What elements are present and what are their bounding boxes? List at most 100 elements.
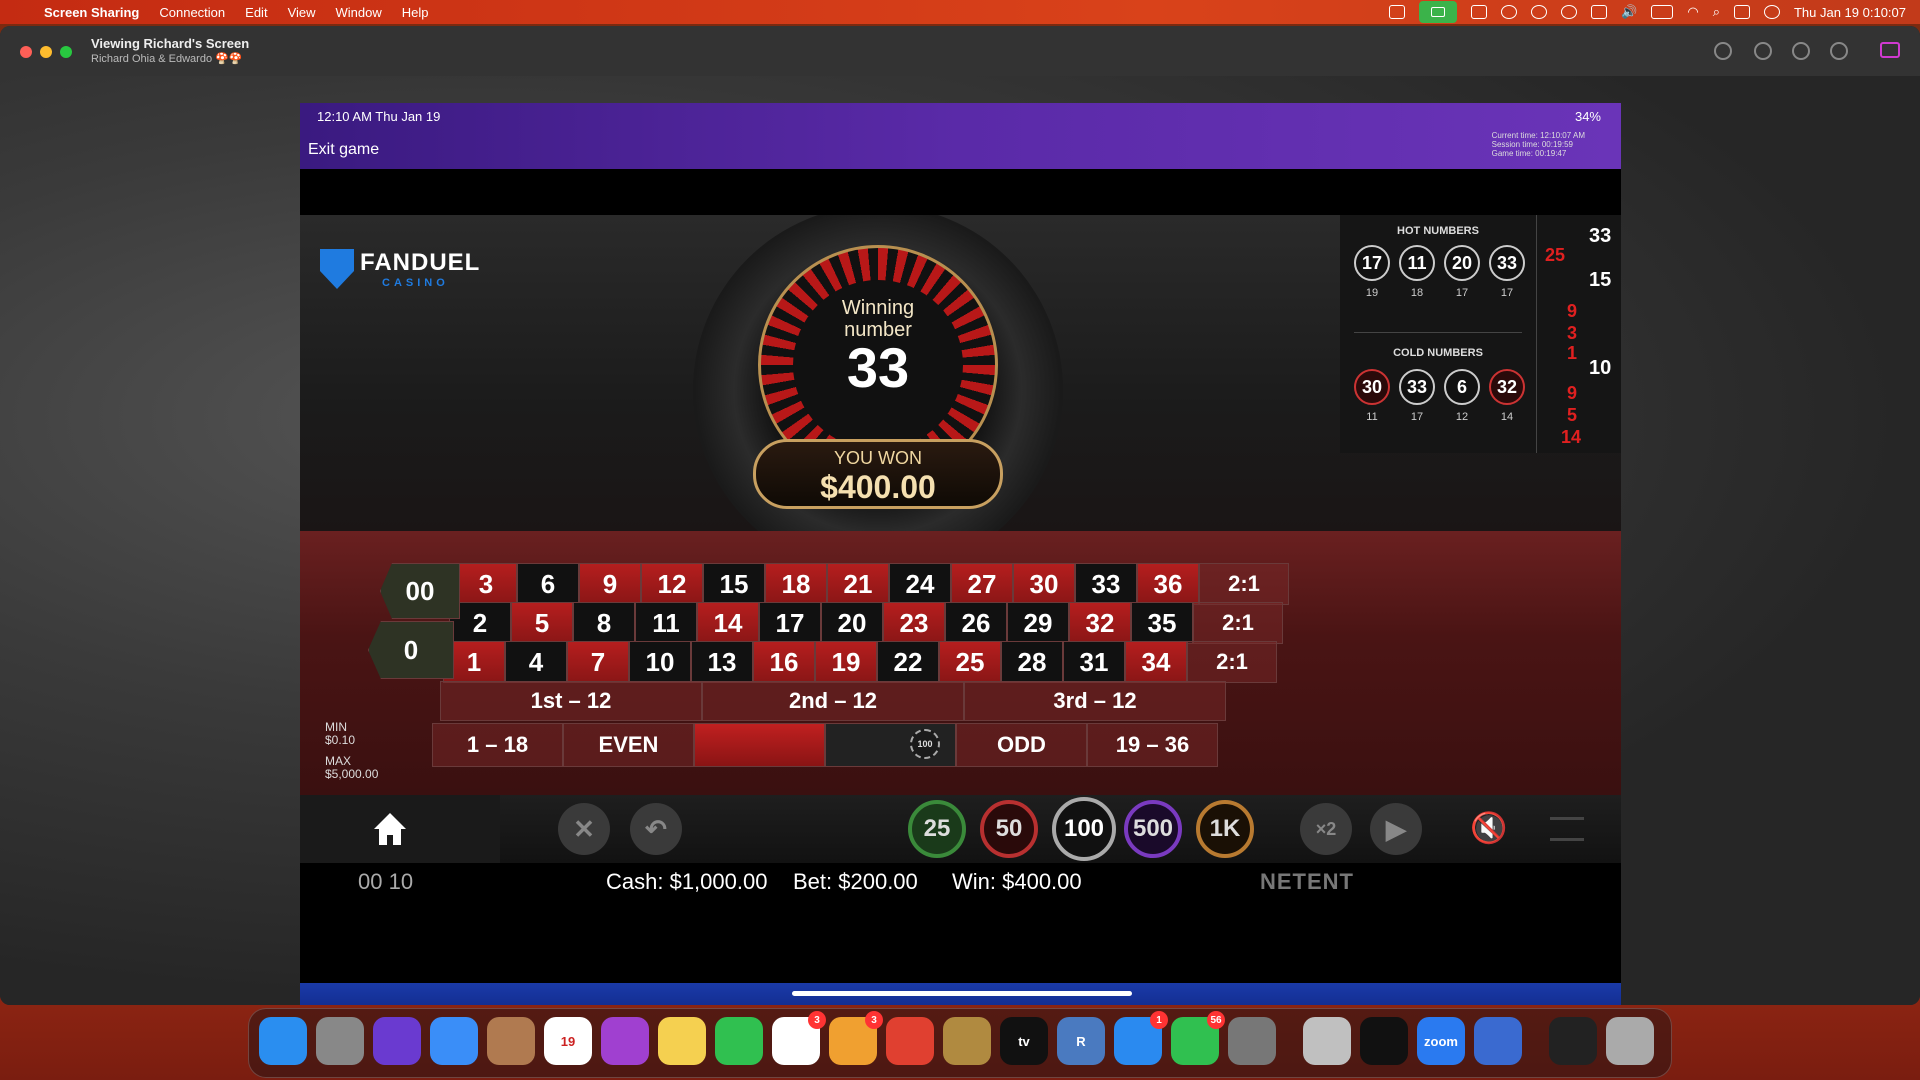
dock-preview-icon[interactable]	[1303, 1017, 1351, 1065]
number-cell[interactable]: 24	[889, 563, 951, 605]
dock-app-store-icon[interactable]: 1	[1114, 1011, 1168, 1065]
menu-app-name[interactable]: Screen Sharing	[44, 5, 139, 20]
number-cell[interactable]: 33	[1075, 563, 1137, 605]
zoom-fit-icon[interactable]	[1714, 42, 1732, 60]
menu-connection[interactable]: Connection	[159, 5, 225, 20]
number-cell[interactable]: 9	[579, 563, 641, 605]
number-cell[interactable]: 4	[505, 641, 567, 683]
dock-screen-sharing-icon[interactable]	[1474, 1017, 1522, 1065]
spin-button[interactable]: ▶	[1370, 803, 1422, 855]
number-cell[interactable]: 30	[1013, 563, 1075, 605]
dock-reminders-icon[interactable]: 3	[772, 1011, 826, 1065]
dock-system-preferences-icon[interactable]	[1228, 1017, 1276, 1065]
dock-chrome-icon[interactable]	[886, 1017, 934, 1065]
number-cell[interactable]: 19	[815, 641, 877, 683]
menubar-clock[interactable]: Thu Jan 19 0:10:07	[1794, 5, 1906, 20]
number-cell[interactable]: 12	[641, 563, 703, 605]
zoom-window-button[interactable]	[60, 46, 72, 58]
menu-icon[interactable]	[1550, 817, 1584, 841]
dozen-bet[interactable]: 1st – 12	[440, 681, 702, 721]
exit-game-button[interactable]: Exit game	[308, 141, 379, 159]
dock-iphone-mirroring-icon[interactable]	[1549, 1017, 1597, 1065]
dropbox-icon[interactable]	[1531, 5, 1548, 19]
number-cell[interactable]: 36	[1137, 563, 1199, 605]
dock-launchpad-icon[interactable]	[316, 1017, 364, 1065]
zoom-actual-icon[interactable]	[1792, 42, 1810, 60]
number-cell[interactable]: 32	[1069, 602, 1131, 644]
zoom-in-icon[interactable]	[1830, 42, 1848, 60]
number-cell[interactable]: 26	[945, 602, 1007, 644]
dock-photos-icon[interactable]: 3	[829, 1011, 883, 1065]
number-cell[interactable]: 16	[753, 641, 815, 683]
dozen-bet[interactable]: 2nd – 12	[702, 681, 964, 721]
grammarly-icon[interactable]	[1561, 5, 1578, 19]
number-cell[interactable]: 28	[1001, 641, 1063, 683]
menu-edit[interactable]: Edit	[245, 5, 267, 20]
dock-podcasts-icon[interactable]	[601, 1017, 649, 1065]
mute-icon[interactable]: 🔇	[1470, 811, 1510, 847]
number-cell[interactable]: 5	[511, 602, 573, 644]
column-bet-2to1[interactable]: 2:1	[1187, 641, 1277, 683]
folder-icon[interactable]	[1389, 5, 1406, 19]
dock-contacts-icon[interactable]	[487, 1017, 535, 1065]
dock-notes-icon[interactable]	[658, 1017, 706, 1065]
zero-cell[interactable]: 0	[368, 621, 454, 679]
number-cell[interactable]: 8	[573, 602, 635, 644]
window-titlebar[interactable]: Viewing Richard's Screen Richard Ohia & …	[0, 26, 1920, 76]
dozen-bet[interactable]: 3rd – 12	[964, 681, 1226, 721]
minimize-window-button[interactable]	[40, 46, 52, 58]
dock-mail-icon[interactable]	[430, 1017, 478, 1065]
number-cell[interactable]: 6	[517, 563, 579, 605]
display-icon[interactable]	[1591, 5, 1608, 19]
number-cell[interactable]: 22	[877, 641, 939, 683]
dock-apple-tv-icon[interactable]: tv	[1000, 1017, 1048, 1065]
outside-bet[interactable]: EVEN	[563, 723, 694, 767]
number-cell[interactable]: 27	[951, 563, 1013, 605]
outside-bet[interactable]: 1 – 18	[432, 723, 563, 767]
zoom-out-icon[interactable]	[1754, 42, 1772, 60]
number-cell[interactable]: 34	[1125, 641, 1187, 683]
creative-cloud-icon[interactable]	[1501, 5, 1518, 19]
number-cell[interactable]: 15	[703, 563, 765, 605]
red-bet[interactable]	[694, 723, 825, 767]
number-cell[interactable]: 10	[629, 641, 691, 683]
outside-bet[interactable]: 19 – 36	[1087, 723, 1218, 767]
dock-zoom-icon[interactable]: zoom	[1417, 1017, 1465, 1065]
number-cell[interactable]: 18	[765, 563, 827, 605]
close-window-button[interactable]	[20, 46, 32, 58]
number-cell[interactable]: 21	[827, 563, 889, 605]
menu-help[interactable]: Help	[402, 5, 429, 20]
dock-activity-monitor-icon[interactable]	[1360, 1017, 1408, 1065]
menu-view[interactable]: View	[288, 5, 316, 20]
chip-100[interactable]: 100	[1052, 797, 1116, 861]
outside-bet[interactable]: ODD	[956, 723, 1087, 767]
number-cell[interactable]: 11	[635, 602, 697, 644]
double-zero-cell[interactable]: 00	[380, 563, 460, 619]
double-bet-button[interactable]: ×2	[1300, 803, 1352, 855]
dock-messages-icon[interactable]: 56	[1171, 1011, 1225, 1065]
number-cell[interactable]: 3	[455, 563, 517, 605]
ipad-home-indicator[interactable]	[792, 991, 1132, 996]
chip-25[interactable]: 25	[908, 800, 966, 858]
dock-trash-icon[interactable]	[1606, 1017, 1654, 1065]
screen-sharing-status-icon[interactable]	[1419, 1, 1458, 23]
number-cell[interactable]: 13	[691, 641, 753, 683]
chip-1K[interactable]: 1K	[1196, 800, 1254, 858]
number-cell[interactable]: 23	[883, 602, 945, 644]
number-cell[interactable]: 20	[821, 602, 883, 644]
siri-icon[interactable]	[1763, 5, 1780, 19]
search-icon[interactable]: ⌕	[1713, 4, 1720, 20]
number-cell[interactable]: 31	[1063, 641, 1125, 683]
battery-icon[interactable]	[1651, 5, 1674, 19]
dock-finder-icon[interactable]	[259, 1017, 307, 1065]
volume-icon[interactable]: 🔊	[1621, 4, 1637, 20]
chip-50[interactable]: 50	[980, 800, 1038, 858]
dock-r-icon[interactable]: R	[1057, 1017, 1105, 1065]
dock-siri-icon[interactable]	[373, 1017, 421, 1065]
number-cell[interactable]: 29	[1007, 602, 1069, 644]
dock-facetime-icon[interactable]	[715, 1017, 763, 1065]
wifi-icon[interactable]: ◠	[1687, 4, 1698, 20]
flag-icon[interactable]	[1471, 5, 1488, 19]
dock-league-of-legends-icon[interactable]	[943, 1017, 991, 1065]
clear-bets-button[interactable]: ✕	[558, 803, 610, 855]
